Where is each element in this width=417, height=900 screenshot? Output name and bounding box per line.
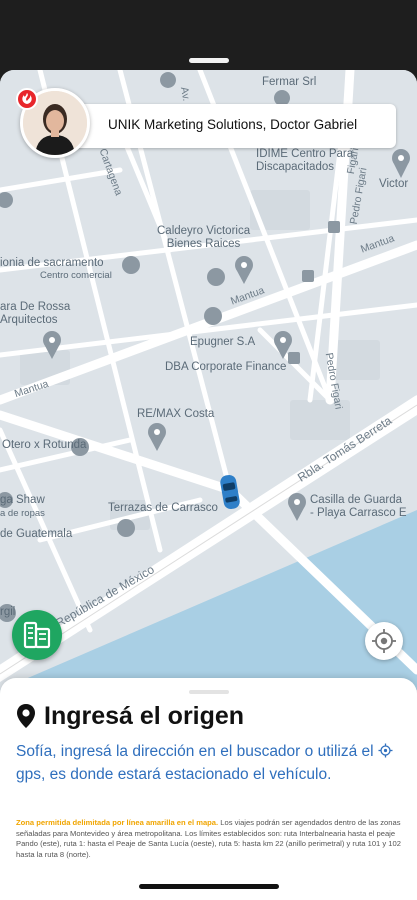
- poi-victor: Victor: [379, 178, 409, 190]
- poi-rotunda: Otero x Rotunda: [2, 439, 87, 451]
- poi-caldeyro: Caldeyro Victorica Bienes Raices: [157, 225, 251, 250]
- map-view[interactable]: Fermar Srl IDIME Centro Para Discapacita…: [0, 70, 417, 690]
- app-screen: Fermar Srl IDIME Centro Para Discapacita…: [0, 0, 417, 900]
- my-location-button[interactable]: [365, 622, 403, 660]
- poi-centro-comercial: Centro comercial: [40, 270, 112, 281]
- origin-desc-line2: gps, es donde estará estacionado el vehí…: [16, 766, 332, 783]
- origin-panel: Ingresá el origen Sofía, ingresá la dire…: [0, 678, 417, 900]
- location-pin-icon: [17, 704, 35, 728]
- main-sheet: Fermar Srl IDIME Centro Para Discapacita…: [0, 70, 417, 900]
- origin-desc-line1: Sofía, ingresá la dirección en el buscad…: [16, 743, 374, 760]
- origin-heading: Ingresá el origen: [16, 701, 244, 731]
- poi-shaw: ga Shaw: [0, 494, 45, 506]
- poi-tienda-ropa: a de ropas: [0, 508, 45, 519]
- panel-drag-handle[interactable]: [189, 690, 229, 694]
- buildings-icon: [23, 621, 51, 649]
- poi-rossa: ara De Rossa Arquitectos: [0, 301, 71, 326]
- poi-fermar: Fermar Srl: [262, 76, 317, 88]
- buildings-button[interactable]: [12, 610, 62, 660]
- poi-epugner: Epugner S.A: [190, 336, 256, 348]
- poi-guatemala: de Guatemala: [0, 528, 73, 540]
- home-indicator[interactable]: [139, 884, 279, 889]
- company-name-bar[interactable]: UNIK Marketing Solutions, Doctor Gabriel: [60, 104, 396, 148]
- origin-description: Sofía, ingresá la dirección en el buscad…: [16, 740, 406, 786]
- zone-notice: Zona permitida delimitada por línea amar…: [16, 818, 406, 860]
- poi-sacramento: ionia de sacramento: [0, 257, 104, 269]
- poi-remax: RE/MAX Costa: [137, 408, 215, 420]
- poi-dba: DBA Corporate Finance: [165, 361, 287, 373]
- poi-terrazas: Terrazas de Carrasco: [108, 502, 218, 514]
- my-location-icon: [372, 629, 396, 653]
- poi-casilla: Casilla de Guarda - Playa Carrasco E: [310, 494, 407, 519]
- company-header[interactable]: UNIK Marketing Solutions, Doctor Gabriel: [16, 88, 396, 158]
- gps-target-icon[interactable]: [378, 743, 393, 758]
- company-name: UNIK Marketing Solutions, Doctor Gabriel: [108, 117, 358, 132]
- santander-logo-icon: [16, 88, 38, 110]
- zone-notice-highlight: Zona permitida delimitada por línea amar…: [16, 818, 219, 827]
- top-drag-handle[interactable]: [189, 58, 229, 63]
- origin-title: Ingresá el origen: [44, 701, 245, 730]
